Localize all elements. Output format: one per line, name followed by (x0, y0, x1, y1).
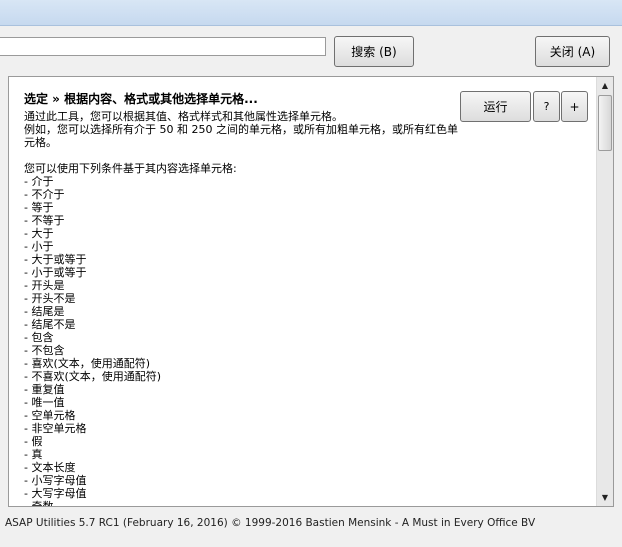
add-favorite-button-label: + (569, 99, 580, 114)
description-panel: 选定 » 根据内容、格式或其他选择单元格... 通过此工具，您可以根据其值、格式… (8, 76, 614, 507)
condition-item: - 奇数 (24, 500, 54, 507)
vertical-scrollbar[interactable]: ▲ ▼ (596, 77, 613, 506)
conditions-intro: 您可以使用下列条件基于其内容选择单元格: (24, 162, 237, 175)
condition-item: - 大于 (24, 227, 54, 240)
condition-item: - 开头不是 (24, 292, 76, 305)
description-document: 选定 » 根据内容、格式或其他选择单元格... 通过此工具，您可以根据其值、格式… (24, 93, 464, 507)
conditions-list: - 介于 - 不介于 - 等于 - 不等于 - 大于 - 小于 - 大于或等于 - 小于或等于… (24, 175, 464, 507)
tool-example: 例如，您可以选择所有介于 50 和 250 之间的单元格，或所有加粗单元格，或所… (24, 123, 458, 149)
condition-item: - 不包含 (24, 344, 65, 357)
condition-item: - 大于或等于 (24, 253, 87, 266)
tool-title: 选定 » 根据内容、格式或其他选择单元格... (24, 92, 258, 106)
help-button-label: ? (543, 100, 550, 113)
condition-item: - 小于或等于 (24, 266, 87, 279)
condition-item: - 唯一值 (24, 396, 65, 409)
condition-item: - 非空单元格 (24, 422, 87, 435)
condition-item: - 重复值 (24, 383, 65, 396)
condition-item: - 包含 (24, 331, 54, 344)
condition-item: - 结尾不是 (24, 318, 76, 331)
status-bar: ASAP Utilities 5.7 RC1 (February 16, 201… (5, 517, 536, 529)
run-button[interactable]: 运行 (460, 91, 531, 122)
condition-item: - 假 (24, 435, 43, 448)
scroll-up-icon[interactable]: ▲ (597, 77, 613, 94)
help-button[interactable]: ? (533, 91, 560, 122)
search-input[interactable] (0, 37, 326, 56)
condition-item: - 大写字母值 (24, 487, 87, 500)
condition-item: - 不喜欢(文本，使用通配符) (24, 370, 162, 383)
search-button-label: 搜索 (B) (351, 45, 397, 59)
condition-item: - 等于 (24, 201, 54, 214)
close-button-label: 关闭 (A) (549, 45, 596, 59)
condition-item: - 文本长度 (24, 461, 76, 474)
condition-item: - 空单元格 (24, 409, 76, 422)
add-favorite-button[interactable]: + (561, 91, 588, 122)
condition-item: - 小于 (24, 240, 54, 253)
condition-item: - 不介于 (24, 188, 65, 201)
window-title-bar (0, 0, 622, 26)
condition-item: - 介于 (24, 175, 54, 188)
condition-item: - 开头是 (24, 279, 65, 292)
search-button[interactable]: 搜索 (B) (334, 36, 414, 67)
condition-item: - 结尾是 (24, 305, 65, 318)
condition-item: - 小写字母值 (24, 474, 87, 487)
condition-item: - 不等于 (24, 214, 65, 227)
scroll-down-icon[interactable]: ▼ (597, 489, 613, 506)
tool-intro: 通过此工具，您可以根据其值、格式样式和其他属性选择单元格。 (24, 110, 343, 123)
close-button[interactable]: 关闭 (A) (535, 36, 610, 67)
condition-item: - 喜欢(文本，使用通配符) (24, 357, 151, 370)
scrollbar-thumb[interactable] (598, 95, 612, 151)
run-button-label: 运行 (483, 100, 508, 114)
condition-item: - 真 (24, 448, 43, 461)
